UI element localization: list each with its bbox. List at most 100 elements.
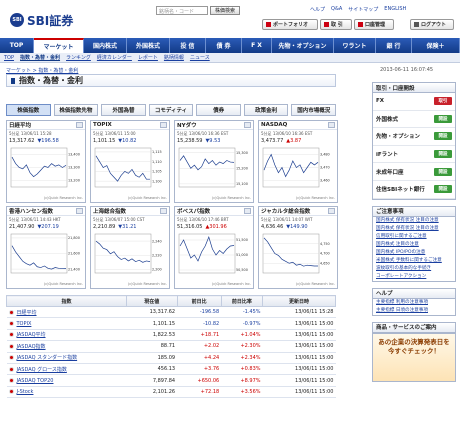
chart-values: 51,316.05 ▲301.96 [175,224,253,230]
nav-market[interactable]: マーケット [34,38,84,53]
tab-bond[interactable]: 債券 [196,104,241,116]
category-tabs: 株価指数 株価指数先物 外国為替 コモディティ 債券 政策金利 国内市場概況 [6,104,337,116]
index-link[interactable]: JASDAQ スタンダード指数 [17,355,78,361]
y-tick-label: 3,470 [320,166,330,170]
chart-title: TOPIX [91,121,169,130]
subnav-report[interactable]: レポート [138,54,158,61]
change-pct-cell: -1.45% [221,306,263,319]
expand-icon[interactable] [328,208,335,214]
subnav-ranking[interactable]: ランキング [66,54,91,61]
index-link[interactable]: JASDAQ TOP20 [17,378,54,384]
table-row: JASDAQ グロース指数 456.13 +3.76 +0.83% 13/06/… [6,363,336,376]
notice-link[interactable]: 信用取引に関するご注意 [373,233,455,241]
expand-icon[interactable] [160,208,167,214]
search-input[interactable]: 銘柄名・コード [156,6,208,15]
chart-card[interactable]: 日経平均 5分足 13/06/11 15:28 13,317.62 ▼196.58… [6,120,86,203]
subnav-news[interactable]: ニュース [190,54,210,61]
nav-domestic-stock[interactable]: 国内株式 [84,38,127,53]
expand-icon[interactable] [328,122,335,128]
subnav-index[interactable]: 指数・為替・金利 [20,54,60,61]
nav-fx[interactable]: F X [242,38,272,53]
chart-card[interactable]: 上海総合指数 5分足 13/06/07 15:00 CST 2,210.89 ▼3… [90,206,170,289]
tab-market-overview[interactable]: 国内市場概況 [291,104,337,116]
nav-bond[interactable]: 債 券 [206,38,242,53]
sbi-logo[interactable]: SBI SBI証券 [10,10,105,30]
notice-link[interactable]: 国内株式 IPO/POの注意 [373,249,455,257]
chart-card[interactable]: NYダウ 5分足 13/06/10 16:36 EST 15,238.59 ▼9.… [174,120,254,203]
tab-stock-index[interactable]: 株価指数 [6,104,51,116]
nav-foreign-stock[interactable]: 外国株式 [127,38,170,53]
sidebar-row-button[interactable]: 開設 [434,185,452,194]
price-cell: 185.09 [126,352,178,364]
index-name-cell: JASDAQ スタンダード指数 [6,352,127,364]
notice-box: ご注意事項 国内株式 保有状況 注目の注意 国内株式 保有状況 注目の注意 信用取引… [372,205,456,282]
nav-insurance[interactable]: 保険＋ [412,38,460,53]
trade-button[interactable]: 取 引 [320,19,352,30]
chart-card[interactable]: 香港ハンセン指数 5分足 13/06/11 14:43 HKT 21,407.9… [6,206,86,289]
notice-link[interactable]: コーポレートアクション [373,273,455,281]
chart-credit: (c)Quick Research Inc. [211,196,251,200]
notice-link[interactable]: 波紋取引の基本的な手続き [373,265,455,273]
chart-date: 5分足 13/06/11 14:43 HKT [9,217,61,222]
nav-fund[interactable]: 投 信 [170,38,206,53]
account-label: 口座管理 [365,22,386,28]
portfolio-button[interactable]: ポートフォリオ [262,19,318,30]
sidebar-row-button[interactable]: 開設 [434,114,452,123]
breadcrumb[interactable]: マーケット > 指数・為替・金利 [6,67,78,74]
account-button[interactable]: 口座管理 [354,19,394,30]
line-chart: 1,115 1,110 1,105 1,100 [94,147,162,188]
sidebar-row-button[interactable]: 開設 [434,167,452,176]
change-pct-cell: +3.56% [221,386,263,399]
help-link[interactable]: 主要指標 利用の注意事項 [373,299,455,307]
notice-link[interactable]: 米国株式 手数料に関するご注意 [373,257,455,265]
index-name-cell: JASDAQ平均 [6,329,127,342]
y-tick-label: 13,200 [68,179,80,183]
nav-bank[interactable]: 銀 行 [376,38,412,53]
index-link[interactable]: JASDAQ指数 [17,344,46,350]
sidebar-row-button[interactable]: 取引 [434,97,452,106]
tab-policy-rate[interactable]: 政策金利 [243,104,289,116]
index-link[interactable]: 日経平均 [17,310,37,316]
expand-icon[interactable] [244,208,251,214]
expand-icon[interactable] [160,122,167,128]
nav-warrant[interactable]: ワラント [334,38,376,53]
chart-card[interactable]: ジャカルタ総合指数 5分足 13/06/11 14:07 WIT 4,636.4… [258,206,338,289]
stock-search-button[interactable]: 株価検索 [210,6,240,15]
change-cell: +650.06 [177,374,222,387]
chart-card[interactable]: ボベスパ指数 5分足 13/06/10 17:46 BRT 51,316.05 ▲… [174,206,254,289]
sidebar-row-button[interactable]: 開設 [434,150,452,159]
tab-commodity[interactable]: コモディティ [148,104,194,116]
japan-flag-icon [8,377,14,383]
change-cell: -10.82 [177,317,222,330]
help-link[interactable]: ヘルプ [310,6,325,13]
index-link[interactable]: JASDAQ グロース指数 [17,367,67,373]
subnav-stockinfo[interactable]: 銘柄情報 [164,54,184,61]
sidebar-row-button[interactable]: 開設 [434,132,452,141]
index-link[interactable]: J-Stock [17,389,34,395]
tab-index-futures[interactable]: 株価指数先物 [53,104,99,116]
qa-link[interactable]: Q&A [331,6,342,13]
notice-link[interactable]: 国内株式 保有状況 注目の注意 [373,217,455,225]
notice-link[interactable]: 国内株式 保有状況 注目の注意 [373,225,455,233]
expand-icon[interactable] [76,122,83,128]
nav-futures[interactable]: 先物・オプション [272,38,334,53]
tab-fx[interactable]: 外国為替 [101,104,146,116]
expand-icon[interactable] [244,122,251,128]
help-link[interactable]: 主要指標 日頃の注意事項 [373,307,455,315]
subnav-calendar[interactable]: 経済カレンダー [97,54,132,61]
sitemap-link[interactable]: サイトマップ [348,6,378,13]
promo-banner[interactable]: あの企業の決算発表日を今すぐチェック！ [373,332,455,381]
nav-top[interactable]: TOP [0,38,34,53]
chart-card[interactable]: TOPIX 5分足 13/06/11 15:00 1,101.15 ▼10.82 1… [90,120,170,203]
logout-button[interactable]: ログアウト [410,19,454,30]
chart-card[interactable]: NASDAQ 5分足 13/06/10 16:36 EST 3,473.77 ▲3… [258,120,338,203]
expand-icon[interactable] [76,208,83,214]
chart-title: NASDAQ [259,121,337,130]
index-link[interactable]: JASDAQ平均 [17,332,46,338]
subnav-top[interactable]: TOP [4,55,14,61]
index-link[interactable]: TOPIX [17,321,32,327]
account-icon [358,22,363,27]
notice-link[interactable]: 国内株式 注目の注意 [373,241,455,249]
chart-name: ジャカルタ総合指数 [261,209,311,215]
english-link[interactable]: ENGLISH [384,6,406,13]
